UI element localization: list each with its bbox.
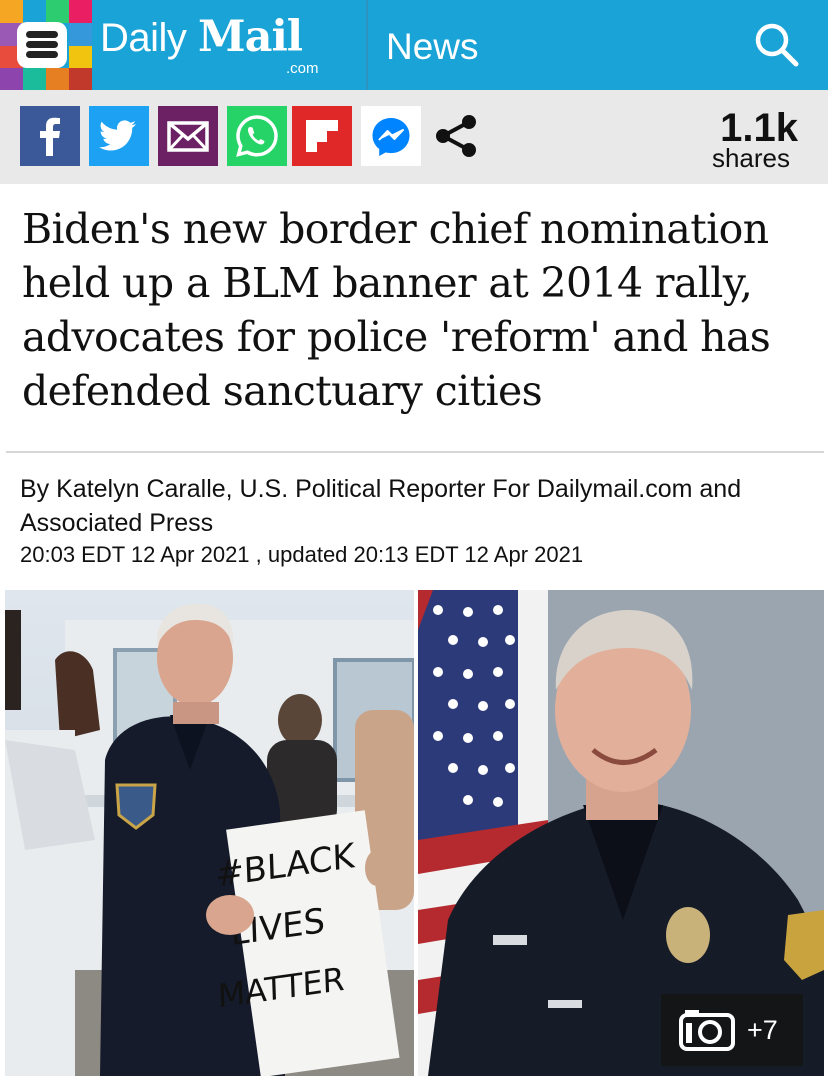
article-headline: Biden's new border chief nomination held… <box>22 205 771 415</box>
logo-daily-text: Daily <box>100 16 187 60</box>
updated-time: 20:13 EDT 12 Apr 2021 <box>353 542 584 567</box>
article-photo-rally[interactable]: #BLACK LIVES MATTER <box>5 590 414 1076</box>
flipboard-share-button[interactable] <box>292 106 352 166</box>
menu-mosaic[interactable] <box>0 0 92 90</box>
messenger-share-button[interactable] <box>361 106 421 166</box>
section-news-link[interactable]: News <box>386 26 479 68</box>
share-bar: 1.1k shares <box>0 90 828 184</box>
facebook-icon <box>40 117 60 156</box>
twitter-share-button[interactable] <box>89 106 149 166</box>
email-share-button[interactable] <box>158 106 218 166</box>
envelope-icon <box>167 121 209 152</box>
gallery-count: +7 <box>747 1014 778 1045</box>
published-time: 20:03 EDT 12 Apr 2021 <box>20 542 250 567</box>
header-divider <box>366 0 368 90</box>
article-byline: By Katelyn Caralle, U.S. Political Repor… <box>20 475 742 537</box>
facebook-share-button[interactable] <box>20 106 80 166</box>
search-icon[interactable] <box>748 16 804 72</box>
flipboard-icon <box>306 120 338 152</box>
updated-prefix: , updated <box>255 542 348 567</box>
share-more-button[interactable] <box>426 106 486 166</box>
hamburger-menu-icon[interactable] <box>17 22 67 68</box>
top-header: Daily Mail .com News <box>0 0 828 90</box>
camera-icon <box>679 1010 735 1051</box>
logo-mail-text: Mail <box>198 12 303 62</box>
whatsapp-share-button[interactable] <box>227 106 287 166</box>
twitter-icon <box>99 120 136 151</box>
whatsapp-icon <box>236 115 278 157</box>
messenger-icon <box>372 118 410 156</box>
logo-com-text: .com <box>286 60 319 77</box>
photo-gallery-button[interactable]: +7 <box>661 994 803 1066</box>
headline-divider <box>6 451 824 453</box>
share-nodes-icon <box>436 115 476 157</box>
site-logo[interactable]: Daily Mail .com <box>100 12 340 77</box>
article-dateline: 20:03 EDT 12 Apr 2021 , updated 20:13 ED… <box>20 542 810 568</box>
share-count-label: shares <box>711 143 790 173</box>
